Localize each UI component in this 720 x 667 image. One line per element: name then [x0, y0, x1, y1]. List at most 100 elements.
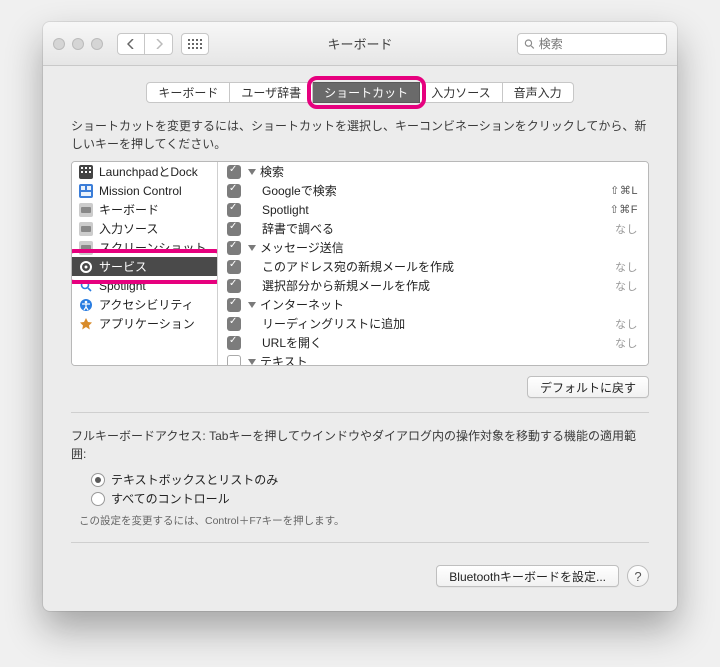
checkbox[interactable] [227, 241, 241, 255]
tab-1[interactable]: ユーザ辞書 [230, 82, 313, 103]
category-label: Mission Control [99, 184, 182, 198]
shortcut-row[interactable]: 選択部分から新規メールを作成なし [218, 276, 648, 295]
checkbox[interactable] [227, 336, 241, 350]
shortcut-row[interactable]: Spotlight⇧⌘F [218, 200, 648, 219]
search-field[interactable] [517, 33, 667, 55]
tab-2[interactable]: ショートカット [313, 82, 420, 103]
accessibility-icon [79, 298, 93, 312]
shortcut-none[interactable]: なし [615, 335, 638, 351]
group-label: メッセージ送信 [260, 239, 638, 256]
shortcut-row[interactable]: リーディングリストに追加なし [218, 314, 648, 333]
category-item-accessibility[interactable]: アクセシビリティ [72, 295, 217, 314]
forward-button[interactable] [145, 33, 173, 55]
shortcut-none[interactable]: なし [615, 278, 638, 294]
category-label: キーボード [99, 201, 159, 218]
category-item-spotlight[interactable]: Spotlight [72, 276, 217, 295]
keyboard-icon [79, 203, 93, 217]
tab-3[interactable]: 入力ソース [420, 82, 502, 103]
group-label: テキスト [260, 353, 638, 365]
radio-textboxes-only[interactable]: テキストボックスとリストのみ [91, 471, 649, 488]
full-keyboard-text: フルキーボードアクセス: Tabキーを押してウインドウやダイアログ内の操作対象を… [71, 427, 649, 463]
bluetooth-keyboard-button[interactable]: Bluetoothキーボードを設定... [436, 565, 619, 587]
tab-bar: キーボードユーザ辞書ショートカット入力ソース音声入力 [71, 82, 649, 103]
search-input[interactable] [539, 37, 660, 51]
checkbox[interactable] [227, 355, 241, 366]
launchpad-icon [79, 165, 93, 179]
category-item-input[interactable]: 入力ソース [72, 219, 217, 238]
shortcut-none[interactable]: なし [615, 221, 638, 237]
shortcut-group-header[interactable]: 検索 [218, 162, 648, 181]
disclosure-triangle-icon[interactable] [248, 359, 256, 365]
radio-label-2: すべてのコントロール [111, 490, 230, 507]
disclosure-triangle-icon[interactable] [248, 245, 256, 251]
shortcut-none[interactable]: なし [615, 259, 638, 275]
category-label: アプリケーション [99, 315, 195, 332]
category-label: アクセシビリティ [99, 296, 194, 313]
gear-icon [79, 260, 93, 274]
minimize-dot[interactable] [72, 38, 84, 50]
shortcut-label: このアドレス宛の新規メールを作成 [262, 258, 615, 275]
category-label: Spotlight [99, 279, 146, 293]
category-label: サービス [99, 258, 147, 275]
spotlight-icon [79, 279, 93, 293]
shortcut-list[interactable]: 検索Googleで検索⇧⌘LSpotlight⇧⌘F辞書で調べるなしメッセージ送… [218, 162, 648, 365]
group-label: 検索 [260, 163, 638, 180]
help-button[interactable]: ? [627, 565, 649, 587]
category-item-mission[interactable]: Mission Control [72, 181, 217, 200]
screenshot-icon [79, 241, 93, 255]
back-button[interactable] [117, 33, 145, 55]
category-label: 入力ソース [99, 220, 158, 237]
category-label: LaunchpadとDock [99, 163, 198, 180]
shortcut-row[interactable]: URLを開くなし [218, 333, 648, 352]
shortcut-group-header[interactable]: インターネット [218, 295, 648, 314]
disclosure-triangle-icon[interactable] [248, 169, 256, 175]
category-item-keyboard[interactable]: キーボード [72, 200, 217, 219]
disclosure-triangle-icon[interactable] [248, 302, 256, 308]
radio-all-controls[interactable]: すべてのコントロール [91, 490, 649, 507]
category-item-app[interactable]: アプリケーション [72, 314, 217, 333]
radio-dot-off [91, 492, 105, 506]
show-all-button[interactable] [181, 33, 209, 55]
zoom-dot[interactable] [91, 38, 103, 50]
tab-4[interactable]: 音声入力 [503, 82, 574, 103]
checkbox[interactable] [227, 279, 241, 293]
footer: Bluetoothキーボードを設定... ? [71, 557, 649, 591]
shortcut-label: Googleで検索 [262, 182, 610, 199]
full-keyboard-note: この設定を変更するには、Control＋F7キーを押します。 [79, 513, 649, 528]
category-item-gear[interactable]: サービス [72, 257, 217, 276]
checkbox[interactable] [227, 165, 241, 179]
shortcut-row[interactable]: 辞書で調べるなし [218, 219, 648, 238]
category-label: スクリーンショット [99, 239, 206, 256]
category-item-screenshot[interactable]: スクリーンショット [72, 238, 217, 257]
content: キーボードユーザ辞書ショートカット入力ソース音声入力 ショートカットを変更するに… [43, 66, 677, 611]
checkbox[interactable] [227, 184, 241, 198]
app-icon [79, 317, 93, 331]
close-dot[interactable] [53, 38, 65, 50]
tab-0[interactable]: キーボード [146, 82, 230, 103]
separator-2 [71, 542, 649, 543]
titlebar: キーボード [43, 22, 677, 66]
shortcut-row[interactable]: このアドレス宛の新規メールを作成なし [218, 257, 648, 276]
category-list[interactable]: LaunchpadとDock Mission Control キーボード入力ソースス… [72, 162, 218, 365]
input-icon [79, 222, 93, 236]
checkbox[interactable] [227, 222, 241, 236]
separator [71, 412, 649, 413]
shortcut-keys[interactable]: ⇧⌘F [610, 203, 638, 216]
category-item-launchpad[interactable]: LaunchpadとDock [72, 162, 217, 181]
traffic-lights [53, 38, 103, 50]
checkbox[interactable] [227, 317, 241, 331]
restore-defaults-button[interactable]: デフォルトに戻す [527, 376, 649, 398]
checkbox[interactable] [227, 260, 241, 274]
shortcut-row[interactable]: Googleで検索⇧⌘L [218, 181, 648, 200]
radio-dot-on [91, 473, 105, 487]
panels: LaunchpadとDock Mission Control キーボード入力ソースス… [71, 161, 649, 366]
shortcut-keys[interactable]: ⇧⌘L [610, 184, 638, 197]
shortcut-label: リーディングリストに追加 [262, 315, 615, 332]
checkbox[interactable] [227, 203, 241, 217]
shortcut-label: 辞書で調べる [262, 220, 615, 237]
shortcut-none[interactable]: なし [615, 316, 638, 332]
shortcut-label: URLを開く [262, 334, 615, 351]
shortcut-group-header[interactable]: メッセージ送信 [218, 238, 648, 257]
checkbox[interactable] [227, 298, 241, 312]
shortcut-group-header[interactable]: テキスト [218, 352, 648, 365]
